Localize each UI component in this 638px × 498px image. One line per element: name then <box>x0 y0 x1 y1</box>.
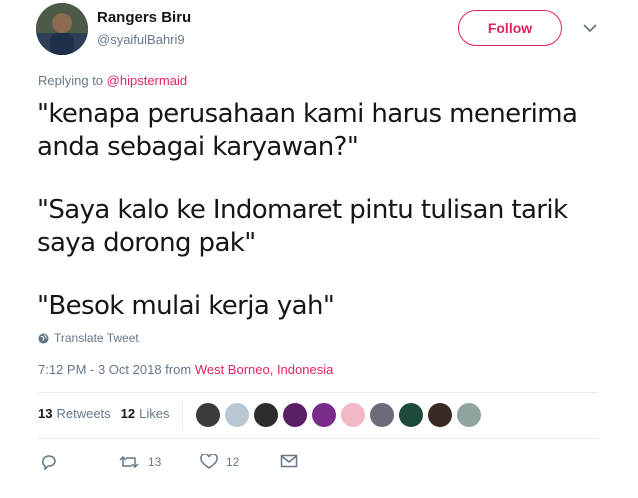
envelope-icon <box>280 454 298 468</box>
liker-avatar[interactable] <box>254 403 278 427</box>
liker-avatar[interactable] <box>283 403 307 427</box>
timestamp-time[interactable]: 7:12 PM - 3 Oct 2018 from <box>38 362 191 377</box>
tweet-timestamp: 7:12 PM - 3 Oct 2018 from West Borneo, I… <box>38 362 333 377</box>
heart-icon <box>200 454 218 469</box>
liker-avatar[interactable] <box>399 403 423 427</box>
retweets-stat[interactable]: 13 Retweets <box>38 406 111 421</box>
divider <box>38 392 598 393</box>
globe-icon <box>38 332 49 344</box>
author-avatar[interactable] <box>36 3 88 55</box>
reply-button[interactable] <box>40 454 58 470</box>
liker-avatar[interactable] <box>312 403 336 427</box>
retweet-button[interactable]: 13 <box>118 454 161 470</box>
replying-to-link[interactable]: @hipstermaid <box>107 73 187 88</box>
liker-avatar[interactable] <box>457 403 481 427</box>
like-button[interactable]: 12 <box>200 454 239 470</box>
author-name[interactable]: Rangers Biru <box>97 9 191 26</box>
timestamp-location[interactable]: West Borneo, Indonesia <box>195 362 334 377</box>
translate-label[interactable]: Translate Tweet <box>54 331 139 345</box>
likes-stat[interactable]: 12 Likes <box>121 406 170 421</box>
tweet-paragraph: "kenapa perusahaan kami harus menerima a… <box>37 99 578 162</box>
divider <box>38 438 598 439</box>
tweet-paragraph: "Besok mulai kerja yah" <box>37 291 335 321</box>
replying-to: Replying to @hipstermaid <box>38 73 187 88</box>
divider <box>182 400 183 430</box>
retweet-icon <box>119 455 139 469</box>
liker-avatar[interactable] <box>428 403 452 427</box>
replying-prefix: Replying to <box>38 73 104 88</box>
direct-message-button[interactable] <box>280 454 298 468</box>
author-handle[interactable]: @syaifulBahri9 <box>97 32 185 47</box>
tweet-stats: 13 Retweets 12 Likes <box>38 406 180 421</box>
liker-avatar[interactable] <box>370 403 394 427</box>
liker-avatar[interactable] <box>341 403 365 427</box>
liker-avatar[interactable] <box>225 403 249 427</box>
likers-avatars <box>196 403 486 427</box>
chevron-down-icon[interactable] <box>582 22 598 34</box>
tweet-paragraph: "Saya kalo ke Indomaret pintu tulisan ta… <box>37 195 568 258</box>
reply-icon <box>42 455 56 470</box>
translate-tweet[interactable]: Translate Tweet <box>38 331 139 345</box>
retweet-count: 13 <box>148 455 162 469</box>
like-count: 12 <box>226 455 240 469</box>
follow-button[interactable]: Follow <box>458 10 562 46</box>
tweet-text: "kenapa perusahaan kami harus menerima a… <box>37 98 597 323</box>
liker-avatar[interactable] <box>196 403 220 427</box>
